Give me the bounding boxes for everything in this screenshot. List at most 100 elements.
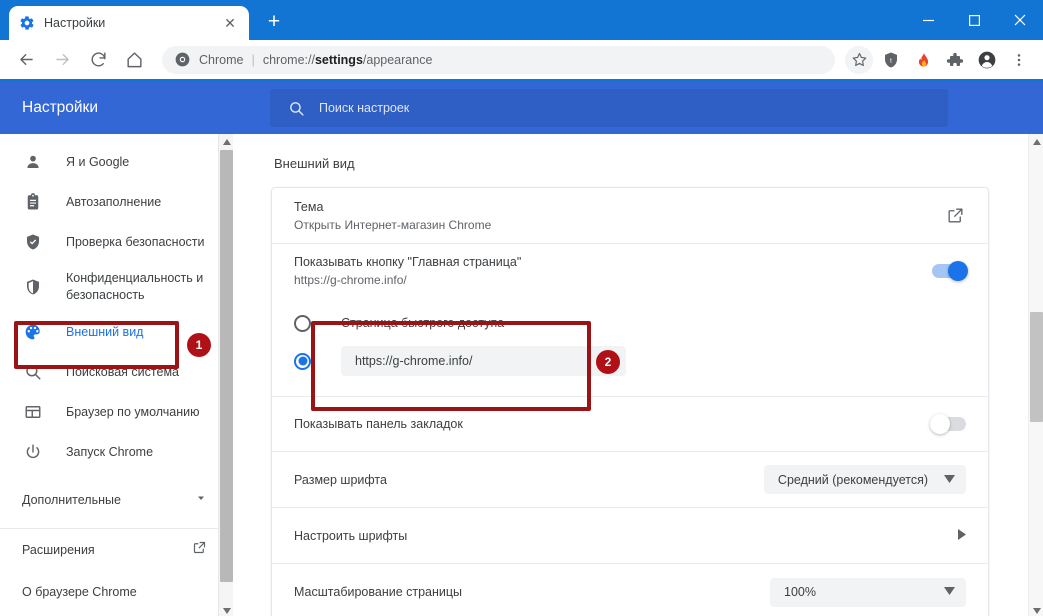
- sidebar-item-label: Автозаполнение: [66, 194, 162, 209]
- back-icon[interactable]: [11, 45, 41, 75]
- profile-avatar-icon[interactable]: [973, 46, 1001, 74]
- row-customize-fonts[interactable]: Настроить шрифты: [272, 508, 988, 564]
- settings-body: Я и Google Автозаполнение Проверка безоп…: [0, 134, 1043, 616]
- home-icon[interactable]: [119, 45, 149, 75]
- reload-icon[interactable]: [83, 45, 113, 75]
- chrome-logo-icon: [175, 52, 190, 67]
- shield-extension-icon[interactable]: t: [877, 46, 905, 74]
- browser-tab-settings[interactable]: Настройки ✕: [9, 6, 249, 40]
- minimize-button[interactable]: [905, 0, 951, 40]
- close-button[interactable]: [997, 0, 1043, 40]
- section-title: Внешний вид: [274, 156, 355, 171]
- radio-option-custom-url[interactable]: https://g-chrome.info/: [294, 342, 966, 380]
- forward-icon[interactable]: [47, 45, 77, 75]
- more-menu-icon[interactable]: [1005, 46, 1033, 74]
- chevron-right-icon: [958, 528, 966, 543]
- row-theme-subtitle: Открыть Интернет-магазин Chrome: [294, 217, 492, 232]
- sidebar-item-label: Запуск Chrome: [66, 444, 154, 459]
- clipboard-icon: [22, 193, 44, 211]
- main-scroll-thumb[interactable]: [1030, 312, 1043, 422]
- bookmarks-bar-toggle[interactable]: [930, 414, 966, 434]
- puzzle-extensions-icon[interactable]: [941, 46, 969, 74]
- sidebar-item-default-browser[interactable]: Браузер по умолчанию: [0, 392, 233, 432]
- sidebar-advanced-label: Дополнительные: [22, 492, 121, 507]
- row-font-size-title: Размер шрифта: [294, 472, 387, 487]
- sidebar-item-on-startup[interactable]: Запуск Chrome: [0, 432, 233, 472]
- font-size-select[interactable]: Средний (рекомендуется): [763, 465, 966, 494]
- settings-sidebar: Я и Google Автозаполнение Проверка безоп…: [0, 134, 233, 616]
- scroll-down-icon[interactable]: [219, 603, 234, 616]
- shield-icon: [22, 278, 44, 296]
- sidebar-advanced-toggle[interactable]: Дополнительные: [0, 478, 233, 522]
- homepage-url-input[interactable]: https://g-chrome.info/: [341, 346, 626, 376]
- font-size-value: Средний (рекомендуется): [777, 472, 928, 487]
- search-icon: [22, 363, 44, 381]
- radio-icon[interactable]: [294, 314, 311, 332]
- sidebar-item-label: Проверка безопасности: [66, 234, 205, 249]
- row-show-home-button[interactable]: Показывать кнопку "Главная страница" htt…: [272, 244, 988, 300]
- search-placeholder: Поиск настроек: [319, 101, 410, 115]
- maximize-button[interactable]: [951, 0, 997, 40]
- scroll-up-icon[interactable]: [1029, 134, 1043, 149]
- row-customize-fonts-title: Настроить шрифты: [294, 528, 408, 543]
- shield-check-icon: [22, 233, 44, 251]
- palette-icon: [22, 323, 44, 341]
- address-bar[interactable]: Chrome | chrome://settings/appearance: [162, 45, 835, 74]
- page-zoom-select[interactable]: 100%: [770, 577, 966, 607]
- sidebar-item-safety-check[interactable]: Проверка безопасности: [0, 222, 233, 262]
- home-button-toggle[interactable]: [932, 261, 968, 281]
- sidebar-item-you-and-google[interactable]: Я и Google: [0, 142, 233, 182]
- external-link-icon[interactable]: [946, 206, 966, 226]
- flame-extension-icon[interactable]: [909, 46, 937, 74]
- browser-window-icon: [22, 403, 44, 421]
- power-icon: [22, 443, 44, 461]
- gear-icon: [19, 15, 35, 31]
- appearance-settings-card: Тема Открыть Интернет-магазин Chrome Пок…: [271, 187, 989, 616]
- row-font-size[interactable]: Размер шрифта Средний (рекомендуется): [272, 452, 988, 508]
- url-prefix: chrome://: [262, 52, 315, 67]
- chevron-down-icon: [944, 587, 955, 597]
- row-page-zoom-title: Масштабирование страницы: [294, 585, 463, 599]
- new-tab-button[interactable]: +: [261, 8, 287, 34]
- main-scrollbar[interactable]: [1028, 134, 1043, 616]
- sidebar-item-autofill[interactable]: Автозаполнение: [0, 182, 233, 222]
- close-icon[interactable]: ✕: [221, 14, 239, 32]
- person-icon: [22, 153, 44, 171]
- sidebar-item-extensions[interactable]: Расширения: [0, 529, 233, 571]
- scroll-up-icon[interactable]: [219, 134, 234, 149]
- sidebar-item-appearance[interactable]: Внешний вид: [0, 312, 233, 352]
- toggle-knob: [930, 414, 950, 434]
- url-bold: settings: [314, 52, 363, 67]
- radio-ntp-label: Страница быстрого доступа: [341, 316, 505, 330]
- sidebar-extensions-label: Расширения: [22, 542, 95, 557]
- omnibox-separator: |: [251, 52, 255, 67]
- tab-strip: Настройки ✕ +: [0, 0, 1043, 40]
- radio-icon[interactable]: [294, 352, 311, 370]
- sidebar-item-about-chrome[interactable]: О браузере Chrome: [0, 571, 233, 613]
- page-zoom-value: 100%: [784, 585, 816, 599]
- sidebar-item-privacy-security[interactable]: Конфиденциальность и безопасность: [0, 262, 233, 312]
- scroll-down-icon[interactable]: [1029, 603, 1043, 616]
- chevron-down-icon: [195, 491, 207, 509]
- sidebar-about-label: О браузере Chrome: [22, 584, 137, 599]
- sidebar-item-label: Браузер по умолчанию: [66, 404, 200, 419]
- bookmark-star-icon[interactable]: [845, 45, 873, 74]
- row-theme[interactable]: Тема Открыть Интернет-магазин Chrome: [272, 188, 988, 244]
- row-bookmarks-title: Показывать панель закладок: [294, 417, 463, 431]
- search-input[interactable]: Поиск настроек: [270, 89, 948, 127]
- svg-text:t: t: [890, 57, 892, 64]
- row-home-title: Показывать кнопку "Главная страница": [294, 255, 522, 269]
- sidebar-item-label: Внешний вид: [66, 324, 144, 339]
- sidebar-scrollbar[interactable]: [218, 134, 233, 616]
- row-page-zoom[interactable]: Масштабирование страницы 100%: [272, 564, 988, 616]
- homepage-options-group: Страница быстрого доступа https://g-chro…: [272, 300, 988, 396]
- sidebar-scroll-thumb[interactable]: [220, 150, 233, 582]
- browser-window: Настройки ✕ + Chrome | chrome://settings…: [0, 0, 1043, 616]
- row-show-bookmarks-bar[interactable]: Показывать панель закладок: [272, 396, 988, 452]
- row-home-subtitle: https://g-chrome.info/: [294, 273, 407, 287]
- search-icon: [288, 100, 305, 117]
- radio-option-new-tab-page[interactable]: Страница быстрого доступа: [294, 304, 966, 342]
- sidebar-item-search-engine[interactable]: Поисковая система: [0, 352, 233, 392]
- url-suffix: /appearance: [362, 52, 433, 67]
- page-title: Настройки: [22, 99, 99, 116]
